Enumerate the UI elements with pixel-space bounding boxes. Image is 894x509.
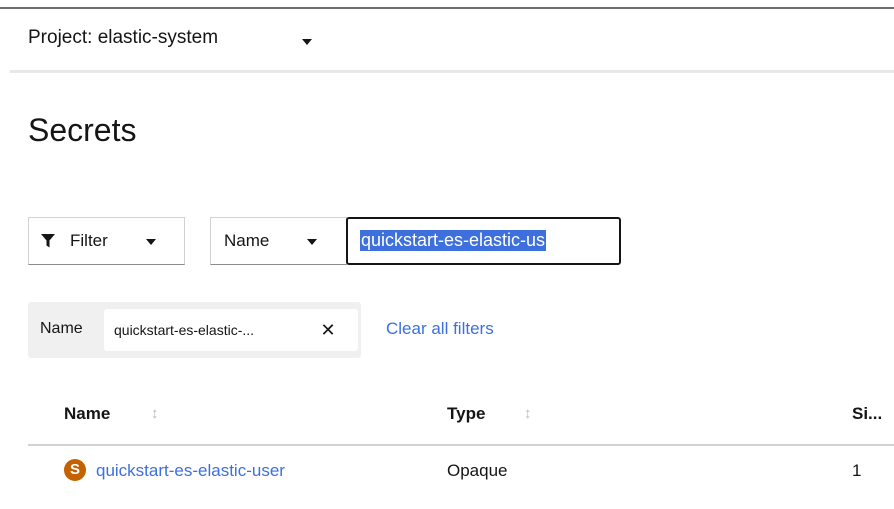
sort-icon[interactable]: ↕ <box>524 405 532 422</box>
filter-chip-group: Name quickstart-es-elastic-... ✕ <box>28 302 361 358</box>
close-icon[interactable]: ✕ <box>315 317 341 343</box>
caret-down-icon[interactable] <box>302 39 312 45</box>
search-input[interactable]: quickstart-es-elastic-us <box>346 217 621 265</box>
filter-attribute-select[interactable]: Name <box>210 217 347 265</box>
chevron-down-icon <box>307 239 317 245</box>
table-header-divider <box>28 444 894 446</box>
filter-dropdown-button[interactable]: Filter <box>28 217 185 265</box>
column-header-name[interactable]: Name <box>64 404 110 424</box>
filter-label: Filter <box>70 231 108 250</box>
secret-size: 1 <box>852 461 862 480</box>
filter-attribute-label: Name <box>224 231 270 250</box>
clear-all-filters-link[interactable]: Clear all filters <box>386 319 494 339</box>
secret-name-link[interactable]: quickstart-es-elastic-user <box>96 461 285 481</box>
chip-group-label: Name <box>40 320 83 337</box>
page-title: Secrets <box>28 112 137 148</box>
filter-chip: quickstart-es-elastic-... ✕ <box>104 309 358 351</box>
chevron-down-icon <box>146 239 156 245</box>
secret-type: Opaque <box>447 461 508 480</box>
sort-icon[interactable]: ↕ <box>151 405 159 422</box>
project-selector[interactable]: Project: elastic-system <box>28 27 218 49</box>
column-header-size[interactable]: Si... <box>852 404 882 424</box>
secret-resource-badge: S <box>64 459 86 481</box>
column-header-type[interactable]: Type <box>447 404 485 424</box>
filter-chip-text: quickstart-es-elastic-... <box>114 322 255 338</box>
funnel-icon <box>41 234 55 248</box>
search-input-value[interactable]: quickstart-es-elastic-us <box>360 230 547 251</box>
project-bar: Project: elastic-system <box>10 9 894 73</box>
